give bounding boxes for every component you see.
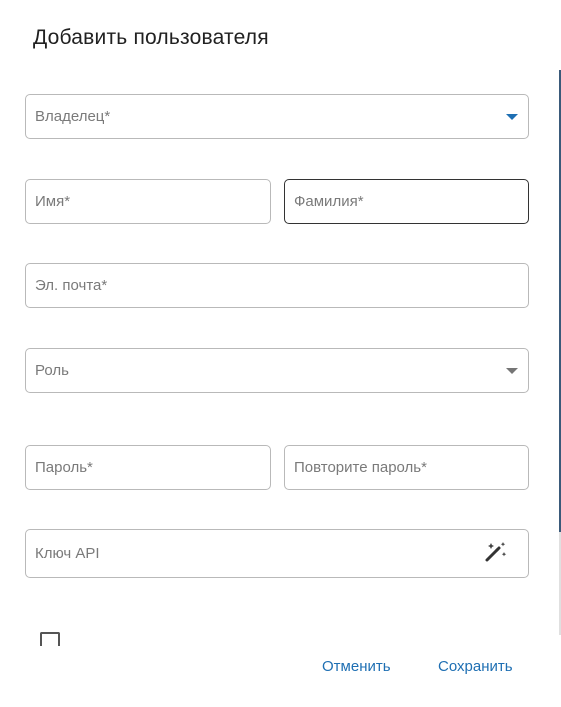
save-button[interactable]: Сохранить bbox=[438, 658, 513, 675]
first-name-placeholder: Имя* bbox=[35, 193, 71, 210]
dialog-title: Добавить пользователя bbox=[33, 26, 269, 49]
owner-select[interactable]: Владелец* bbox=[25, 94, 529, 139]
form-scroll-region[interactable]: Владелец* Имя* Фамилия* Эл. почта* Роль … bbox=[0, 68, 561, 636]
first-name-field[interactable]: Имя* bbox=[25, 179, 271, 224]
last-name-placeholder: Фамилия* bbox=[294, 193, 364, 210]
chevron-down-icon bbox=[506, 114, 518, 120]
api-key-placeholder: Ключ API bbox=[35, 545, 100, 562]
email-placeholder: Эл. почта* bbox=[35, 277, 108, 294]
password-placeholder: Пароль* bbox=[35, 459, 93, 476]
role-select-placeholder: Роль bbox=[35, 362, 69, 379]
last-name-field[interactable]: Фамилия* bbox=[284, 179, 529, 224]
chevron-down-icon bbox=[506, 368, 518, 374]
email-field[interactable]: Эл. почта* bbox=[25, 263, 529, 308]
add-user-dialog: Добавить пользователя Владелец* Имя* Фам… bbox=[0, 0, 561, 707]
role-select[interactable]: Роль bbox=[25, 348, 529, 393]
magic-wand-icon[interactable] bbox=[484, 541, 508, 563]
repeat-password-placeholder: Повторите пароль* bbox=[294, 459, 427, 476]
checkbox[interactable] bbox=[40, 632, 60, 646]
repeat-password-field[interactable]: Повторите пароль* bbox=[284, 445, 529, 490]
password-field[interactable]: Пароль* bbox=[25, 445, 271, 490]
api-key-field[interactable]: Ключ API bbox=[25, 529, 529, 578]
cancel-button[interactable]: Отменить bbox=[322, 658, 391, 675]
owner-select-placeholder: Владелец* bbox=[35, 108, 111, 125]
